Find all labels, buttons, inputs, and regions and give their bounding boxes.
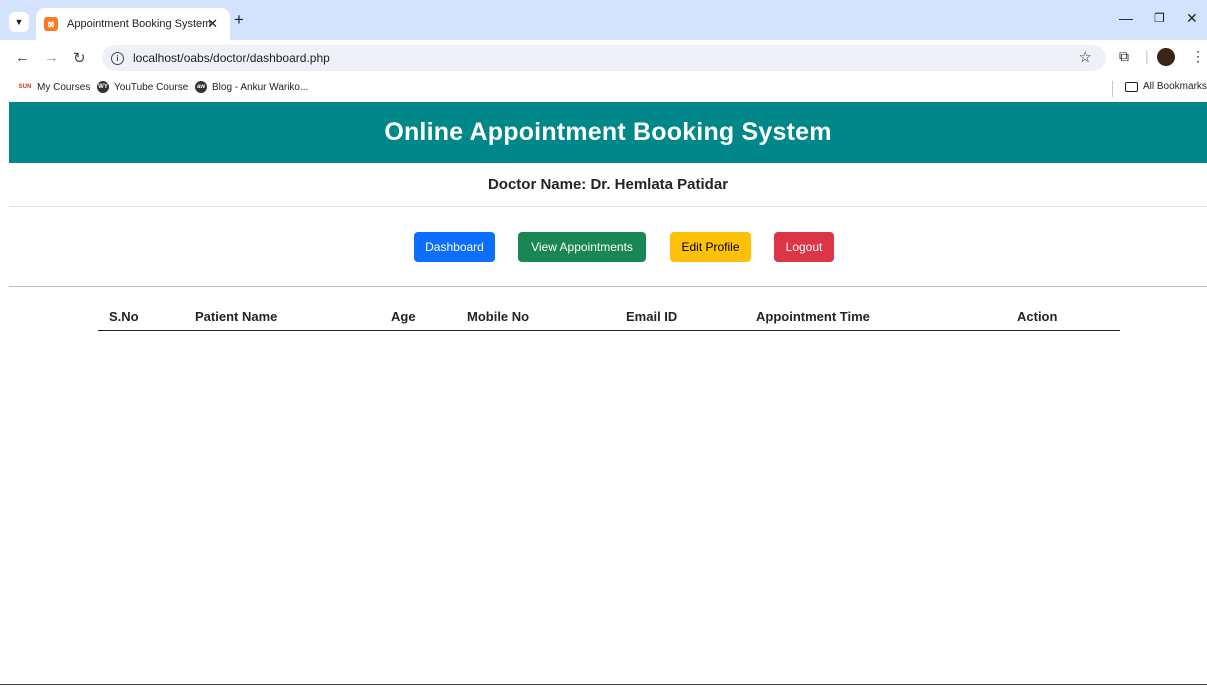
tab-title: Appointment Booking System <box>67 18 212 30</box>
browser-toolbar: ← → ↻ i localhost/oabs/doctor/dashboard.… <box>0 40 1207 76</box>
column-header-action: Action <box>1017 309 1058 324</box>
tab-search-button[interactable]: ▼ <box>9 12 29 32</box>
browser-tab[interactable]: ⊠ Appointment Booking System ✕ <box>36 8 230 40</box>
bookmarks-divider <box>1112 81 1113 97</box>
column-header-mobile: Mobile No <box>467 309 530 324</box>
column-header-appointment-time: Appointment Time <box>756 309 870 324</box>
column-header-patient-name: Patient Name <box>195 309 278 324</box>
bookmark-favicon-icon: SUN <box>18 84 32 90</box>
forward-arrow-icon[interactable]: → <box>44 49 59 66</box>
doctor-name: Doctor Name: Dr. Hemlata Patidar <box>487 176 729 193</box>
bookmark-youtube-course[interactable]: WY YouTube Course <box>97 81 188 93</box>
chevron-down-icon: ▼ <box>14 17 24 27</box>
bookmark-label: YouTube Course <box>114 81 189 93</box>
window-close-icon[interactable]: ✕ <box>1186 10 1198 27</box>
back-arrow-icon[interactable]: ← <box>15 49 30 66</box>
all-bookmarks-button[interactable]: All Bookmarks <box>1125 81 1207 92</box>
browser-tabstrip: ▼ ⊠ Appointment Booking System ✕ + — ❐ ✕ <box>0 0 1207 40</box>
extensions-icon[interactable]: ⧉ <box>1119 48 1129 65</box>
divider <box>9 286 1207 287</box>
doctor-info: Doctor Name: Dr. Hemlata Patidar <box>9 163 1207 207</box>
bookmark-favicon-icon: WY <box>97 81 109 93</box>
column-header-email: Email ID <box>626 309 678 324</box>
profile-avatar-icon[interactable] <box>1157 48 1175 66</box>
page-title: Online Appointment Booking System <box>384 118 832 146</box>
bookmark-favicon-icon: aw <box>195 81 207 93</box>
nav-buttons: Dashboard View Appointments Edit Profile… <box>0 232 1207 262</box>
all-bookmarks-label: All Bookmarks <box>1143 81 1207 92</box>
bookmark-my-courses[interactable]: SUN My Courses <box>18 81 91 93</box>
xampp-favicon-icon: ⊠ <box>44 17 58 31</box>
reload-icon[interactable]: ↻ <box>73 49 86 67</box>
address-bar[interactable]: i localhost/oabs/doctor/dashboard.php ☆ <box>102 45 1106 71</box>
bookmark-label: My Courses <box>37 81 91 93</box>
view-appointments-button[interactable]: View Appointments <box>518 232 646 262</box>
tab-close-icon[interactable]: ✕ <box>207 16 218 32</box>
url-text[interactable]: localhost/oabs/doctor/dashboard.php <box>133 51 330 65</box>
site-header: Online Appointment Booking System <box>9 102 1207 163</box>
toolbar-divider: | <box>1145 48 1149 64</box>
bookmark-star-icon[interactable]: ☆ <box>1079 48 1092 66</box>
menu-kebab-icon[interactable]: ⋮ <box>1191 48 1205 65</box>
appointments-table-header: S.No Patient Name Age Mobile No Email ID… <box>98 306 1120 331</box>
logout-button[interactable]: Logout <box>774 232 834 262</box>
column-header-sno: S.No <box>109 309 139 324</box>
restore-icon[interactable]: ❐ <box>1154 11 1165 25</box>
dashboard-button[interactable]: Dashboard <box>414 232 495 262</box>
site-info-icon[interactable]: i <box>111 51 124 65</box>
bookmarks-bar: SUN My Courses WY YouTube Course aw Blog… <box>0 76 1207 101</box>
bookmark-blog-ankur[interactable]: aw Blog - Ankur Wariko... <box>195 81 308 93</box>
edit-profile-button[interactable]: Edit Profile <box>670 232 751 262</box>
column-header-age: Age <box>391 309 416 324</box>
new-tab-icon[interactable]: + <box>234 10 244 30</box>
bookmark-label: Blog - Ankur Wariko... <box>212 81 309 93</box>
folder-icon <box>1125 81 1138 92</box>
window-bottom-border <box>0 684 1207 685</box>
minimize-icon[interactable]: — <box>1119 10 1133 26</box>
